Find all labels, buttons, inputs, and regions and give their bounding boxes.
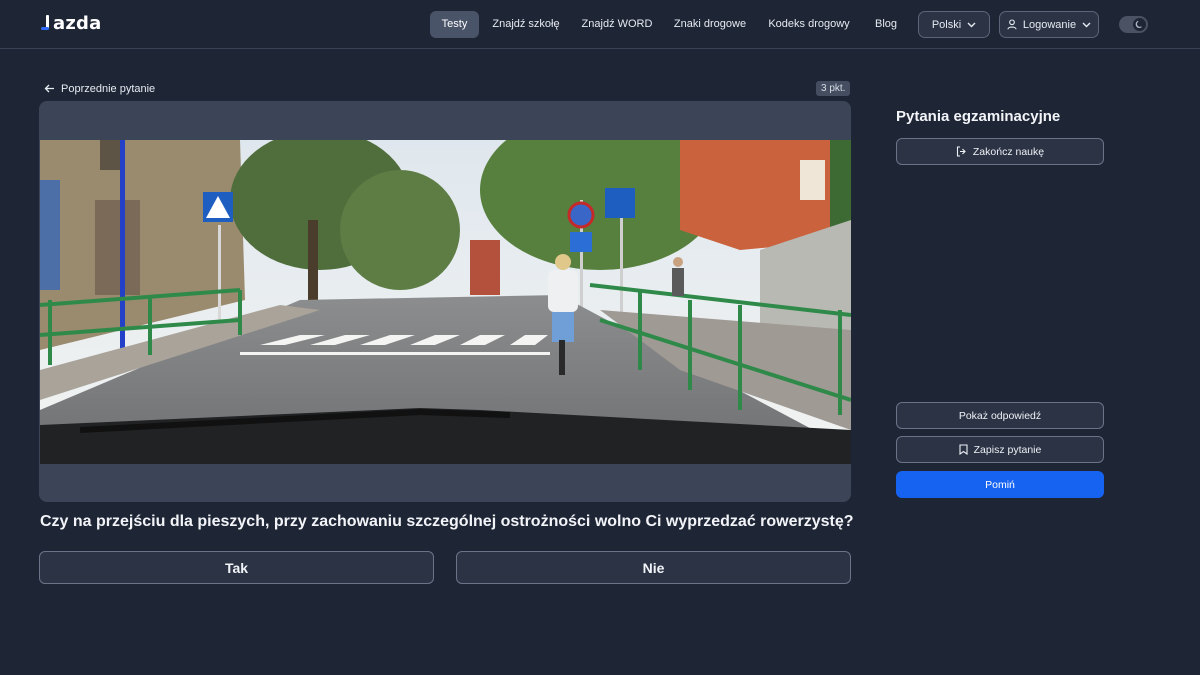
arrow-left-icon: [44, 84, 54, 93]
save-question-button[interactable]: Zapisz pytanie: [896, 436, 1104, 463]
question-text: Czy na przejściu dla pieszych, przy zach…: [40, 513, 854, 530]
main-nav: Testy Znajdź szkołę Znajdź WORD Znaki dr…: [0, 11, 1200, 38]
user-icon: [1007, 19, 1017, 30]
nav-item-blog[interactable]: Blog: [867, 11, 905, 38]
save-question-label: Zapisz pytanie: [973, 443, 1042, 456]
skip-button[interactable]: Pomiń: [896, 471, 1104, 498]
previous-question-label: Poprzednie pytanie: [61, 82, 156, 95]
sidebar-title: Pytania egzaminacyjne: [896, 108, 1061, 125]
nav-item-znajdz-szkole[interactable]: Znajdź szkołę: [487, 11, 565, 38]
end-study-label: Zakończ naukę: [972, 145, 1045, 158]
moon-icon: [1133, 18, 1146, 31]
question-media: [39, 101, 851, 502]
language-label: Polski: [931, 18, 962, 31]
theme-toggle[interactable]: [1119, 16, 1148, 33]
chevron-down-icon: [967, 22, 976, 27]
nav-item-znajdz-word[interactable]: Znajdź WORD: [576, 11, 658, 38]
previous-question-link[interactable]: Poprzednie pytanie: [44, 81, 155, 96]
show-answer-button[interactable]: Pokaż odpowiedź: [896, 402, 1104, 429]
language-select[interactable]: Polski: [918, 11, 990, 38]
end-study-button[interactable]: Zakończ naukę: [896, 138, 1104, 165]
logout-icon: [956, 146, 966, 157]
exam-photo: [40, 140, 851, 464]
show-answer-label: Pokaż odpowiedź: [958, 409, 1042, 422]
answer-nie-button[interactable]: Nie: [456, 551, 851, 584]
chevron-down-icon: [1082, 22, 1091, 27]
login-label: Logowanie: [1022, 18, 1077, 31]
top-header: azda Testy Znajdź szkołę Znajdź WORD Zna…: [0, 0, 1200, 49]
answer-tak-button[interactable]: Tak: [39, 551, 434, 584]
nav-item-testy[interactable]: Testy: [430, 11, 479, 38]
nav-item-znaki-drogowe[interactable]: Znaki drogowe: [669, 11, 751, 38]
bookmark-icon: [959, 444, 968, 455]
nav-item-kodeks-drogowy[interactable]: Kodeks drogowy: [763, 11, 855, 38]
skip-label: Pomiń: [985, 478, 1015, 491]
points-badge: 3 pkt.: [816, 81, 851, 96]
login-dropdown[interactable]: Logowanie: [999, 11, 1099, 38]
